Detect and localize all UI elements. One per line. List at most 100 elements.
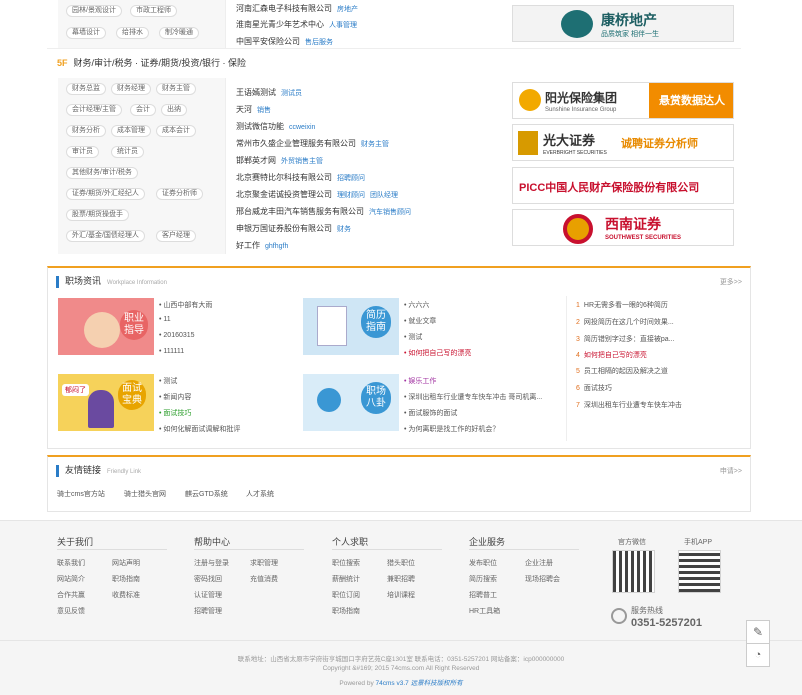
footer-link[interactable]: 薪酬统计	[332, 574, 360, 584]
footer-link[interactable]: 网站声明	[112, 558, 140, 568]
company-row[interactable]: 王语嫣测试 测试员	[236, 87, 302, 98]
company-row[interactable]: 中国平安保险公司 售后服务	[236, 36, 333, 47]
company-row[interactable]: 邢台威龙丰田汽车销售服务有限公司 汽车销售顾问	[236, 206, 411, 217]
ranked-item[interactable]: 6 面试技巧	[576, 383, 612, 393]
footer-link[interactable]: HR工具箱	[469, 606, 500, 616]
ad-picc[interactable]: PICC中国人民财产保险股份有限公司	[512, 167, 734, 204]
footer-link[interactable]: 猎头职位	[387, 558, 415, 568]
job-tag[interactable]: 财务分析	[66, 125, 106, 137]
list-item[interactable]: • 面试服饰的面试	[404, 408, 457, 418]
footer-link[interactable]: 注册与登录	[194, 558, 229, 568]
company-row[interactable]: 好工作 ghfhgfh	[236, 240, 288, 251]
company-name[interactable]: 北京赛特比尔科技有限公司	[236, 173, 332, 182]
feedback-button[interactable]: ✎	[746, 620, 770, 644]
footer-link[interactable]: 联系我们	[57, 558, 85, 568]
ranked-item[interactable]: 7 深圳出租车行业遭专车快车冲击	[576, 400, 682, 410]
job-link[interactable]: 理财顾问	[337, 192, 365, 199]
rss-button[interactable]: ◔	[746, 643, 770, 667]
ranked-item[interactable]: 2 网投简历在这几个时间效果...	[576, 317, 674, 327]
job-tag[interactable]: 股票/期货操盘手	[66, 209, 129, 221]
list-item[interactable]: • 深圳出租车行业遭专车快车冲击 哥司机离...	[404, 392, 542, 402]
list-item[interactable]: • 如何化解面试调解和批评	[159, 424, 240, 434]
ranked-item[interactable]: 5 员工相隔的起因及解决之道	[576, 366, 668, 376]
list-item[interactable]: • 如何把自己写的漂亮	[404, 348, 471, 358]
ad-kangqiao[interactable]: 康桥地产 品质筑家 相伴一生	[512, 5, 734, 42]
ranked-item[interactable]: 4 如何把自己写的漂亮	[576, 350, 647, 360]
company-name[interactable]: 北京聚金诺诚投资管理公司	[236, 190, 332, 199]
footer-link[interactable]: 职位搜索	[332, 558, 360, 568]
list-item[interactable]: • 六六六	[404, 300, 429, 310]
list-item[interactable]: • 面试技巧	[159, 408, 191, 418]
company-name[interactable]: 邢台威龙丰田汽车销售服务有限公司	[236, 207, 364, 216]
card-career-guide[interactable]: 职业指导	[58, 298, 154, 355]
job-tag[interactable]: 其他财务/审计/税务	[66, 167, 138, 179]
card-workplace-gossip[interactable]: 职场八卦	[303, 374, 399, 431]
job-tag[interactable]: 市政工程师	[130, 5, 177, 17]
links-apply-link[interactable]: 申请>>	[720, 466, 742, 476]
job-tag[interactable]: 园林/景观设计	[66, 5, 122, 17]
ad-sunshine-insurance[interactable]: 阳光保险集团 Sunshine Insurance Group 悬赏数据达人	[512, 82, 734, 119]
footer-link[interactable]: 职场指南	[112, 574, 140, 584]
job-link[interactable]: 招聘顾问	[337, 175, 365, 182]
company-row[interactable]: 北京聚金诺诚投资管理公司 理财顾问 团队经理	[236, 189, 398, 200]
company-row[interactable]: 北京赛特比尔科技有限公司 招聘顾问	[236, 172, 365, 183]
company-name[interactable]: 常州市久盛企业管理服务有限公司	[236, 139, 356, 148]
footer-link[interactable]: 企业注册	[525, 558, 553, 568]
list-item[interactable]: • 为何离职是找工作的好机会？	[404, 424, 499, 434]
footer-link[interactable]: 密码找回	[194, 574, 222, 584]
news-more-link[interactable]: 更多>>	[720, 277, 742, 287]
company-row[interactable]: 常州市久盛企业管理服务有限公司 财务主管	[236, 138, 389, 149]
job-tag[interactable]: 统计员	[111, 146, 144, 158]
job-tag[interactable]: 会计经理/主管	[66, 104, 122, 116]
list-item[interactable]: • 11	[159, 316, 171, 323]
list-item[interactable]: • 就业文章	[404, 316, 436, 326]
ad-southwest[interactable]: 西南证券 SOUTHWEST SECURITIES	[512, 209, 734, 246]
job-link[interactable]: 人事管理	[329, 22, 357, 29]
footer-link[interactable]: 求职管理	[250, 558, 278, 568]
job-link[interactable]: 售后服务	[305, 39, 333, 46]
job-tag[interactable]: 外汇/基金/国债经理人	[66, 230, 145, 242]
list-item[interactable]: • 娱乐工作	[404, 376, 436, 386]
job-link[interactable]: 财务主管	[361, 141, 389, 148]
company-name[interactable]: 测试微信功能	[236, 122, 284, 131]
company-name[interactable]: 淮南星光青少年艺术中心	[236, 20, 324, 29]
ad-everbright[interactable]: 光大证券 EVERBRIGHT SECURITIES 诚聘证券分析师	[512, 124, 734, 161]
job-tag[interactable]: 给排水	[116, 27, 149, 39]
footer-link[interactable]: 现场招聘会	[525, 574, 560, 584]
footer-link[interactable]: 收费标准	[112, 590, 140, 600]
company-name[interactable]: 申银万国证券股份有限公司	[236, 224, 332, 233]
footer-link[interactable]: 认证管理	[194, 590, 222, 600]
friend-link[interactable]: 骑士cms官方站	[57, 489, 105, 499]
job-tag[interactable]: 会计	[130, 104, 156, 116]
footer-link[interactable]: 职位订阅	[332, 590, 360, 600]
footer-link[interactable]: 合作共赢	[57, 590, 85, 600]
card-interview-guide[interactable]: 郁闷了 面试宝典	[58, 374, 154, 431]
job-tag[interactable]: 成本管理	[111, 125, 151, 137]
list-item[interactable]: • 111111	[159, 348, 184, 355]
list-item[interactable]: • 测试	[159, 376, 177, 386]
footer-link[interactable]: 招聘普工	[469, 590, 497, 600]
company-row[interactable]: 河南汇森电子科技有限公司 房地产	[236, 3, 358, 14]
job-tag[interactable]: 证券分析师	[156, 188, 203, 200]
footer-link[interactable]: 充值消费	[250, 574, 278, 584]
footer-link[interactable]: 职场指南	[332, 606, 360, 616]
job-link[interactable]: ccweixin	[289, 124, 315, 131]
job-link[interactable]: 财务	[337, 226, 351, 233]
list-item[interactable]: • 测试	[404, 332, 422, 342]
job-tag[interactable]: 成本会计	[156, 125, 196, 137]
company-row[interactable]: 申银万国证券股份有限公司 财务	[236, 223, 351, 234]
footer-link[interactable]: 兼职招聘	[387, 574, 415, 584]
company-row[interactable]: 淮南星光青少年艺术中心 人事管理	[236, 19, 357, 30]
footer-link[interactable]: 招聘管理	[194, 606, 222, 616]
job-tag[interactable]: 审计员	[66, 146, 99, 158]
friend-link[interactable]: 骑士猎头官网	[124, 489, 166, 499]
company-name[interactable]: 河南汇森电子科技有限公司	[236, 4, 332, 13]
ranked-item[interactable]: 1 HR无需多看一眼的6种简历	[576, 300, 668, 310]
job-tag[interactable]: 客户经理	[156, 230, 196, 242]
friend-link[interactable]: 人才系统	[246, 489, 274, 499]
job-link[interactable]: 房地产	[337, 6, 358, 13]
footer-link[interactable]: 培训课程	[387, 590, 415, 600]
company-name[interactable]: 王语嫣测试	[236, 88, 276, 97]
list-item[interactable]: • 新闻内容	[159, 392, 191, 402]
card-resume-guide[interactable]: 简历指南	[303, 298, 399, 355]
